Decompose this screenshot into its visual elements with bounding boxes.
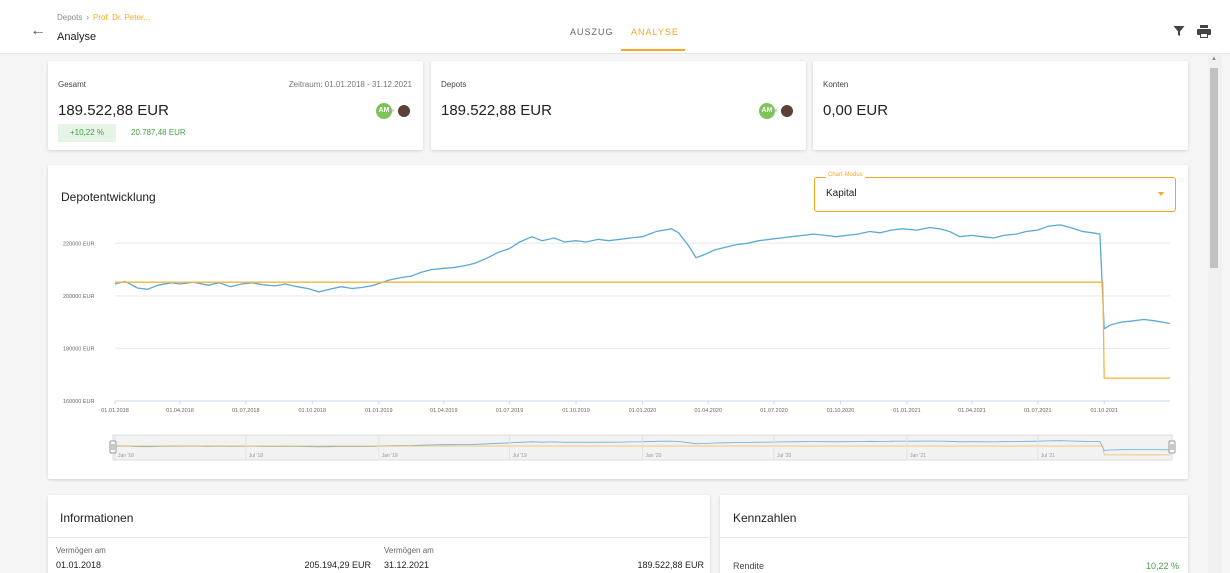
x-tick-label: 01.07.2019 — [496, 408, 524, 414]
navigator-tick-label: Jan '19 — [382, 453, 398, 459]
change-absolute: 20.787,48 EUR — [131, 128, 186, 137]
breadcrumb-separator-icon: › — [86, 13, 90, 22]
depots-label: Depots — [441, 80, 467, 89]
owner-avatars[interactable]: AM ⊸ — [376, 103, 412, 119]
konten-card[interactable]: Konten 0,00 EUR — [813, 61, 1188, 150]
vermoegen-end-label: Vermögen am — [384, 546, 434, 555]
rendite-value: 10,22 % — [1145, 561, 1179, 571]
depots-card[interactable]: Depots 189.522,88 EUR AM ⊸ — [431, 61, 806, 150]
vermoegen-end-value: 189.522,88 EUR — [637, 560, 704, 570]
back-arrow-icon[interactable]: ← — [30, 22, 48, 40]
x-tick-label: 01.10.2021 — [1090, 408, 1118, 414]
x-tick-label: 01.07.2020 — [760, 408, 788, 414]
avatar-photo — [779, 103, 795, 119]
vermoegen-end-date: 31.12.2021 — [384, 560, 430, 570]
rendite-label: Rendite — [733, 561, 765, 571]
x-tick-label: 01.10.2020 — [827, 408, 855, 414]
navigator-tick-label: Jan '21 — [910, 453, 926, 459]
scrollbar-thumb[interactable] — [1210, 68, 1218, 268]
navigator-tick-label: Jan '18 — [118, 453, 134, 459]
gesamt-value: 189.522,88 EUR — [58, 102, 169, 119]
scroll-up-icon[interactable]: ▲ — [1211, 56, 1217, 62]
gesamt-card: Gesamt Zeitraum: 01.01.2018 - 31.12.2021… — [48, 61, 423, 150]
x-tick-label: 01.07.2018 — [232, 408, 260, 414]
top-bar: ← Depots › Prof. Dr. Peter... Analyse AUSZ… — [0, 0, 1230, 54]
konten-label: Konten — [823, 80, 849, 89]
x-tick-label: 01.01.2021 — [893, 408, 921, 414]
y-tick-label: 180000 EUR — [63, 346, 95, 352]
print-icon[interactable] — [1197, 25, 1211, 38]
kennzahlen-card: Kennzahlen Rendite 10,22 % — [720, 495, 1188, 573]
series-line-kapital — [115, 281, 1170, 379]
breadcrumb-current[interactable]: Prof. Dr. Peter... — [93, 13, 150, 22]
navigator-right-handle — [1168, 440, 1176, 454]
x-tick-label: 01.10.2019 — [562, 408, 590, 414]
x-tick-label: 01.01.2018 — [101, 408, 129, 414]
y-tick-label: 160000 EUR — [63, 399, 95, 405]
vermoegen-start-label: Vermögen am — [56, 546, 106, 555]
gesamt-label: Gesamt — [58, 80, 87, 89]
y-tick-label: 200000 EUR — [63, 294, 95, 300]
page-title: Analyse — [57, 31, 97, 43]
x-tick-label: 01.07.2021 — [1024, 408, 1052, 414]
kennzahlen-title: Kennzahlen — [733, 511, 797, 525]
divider — [48, 537, 710, 538]
divider — [720, 537, 1188, 538]
active-tab-indicator — [621, 49, 685, 51]
navigator-tick-label: Jul '18 — [249, 453, 264, 459]
navigator-tick-label: Jan '20 — [646, 453, 662, 459]
breadcrumb: Depots › Prof. Dr. Peter... — [57, 13, 150, 22]
depot-chart[interactable]: 220000 EUR 200000 EUR 180000 EUR 160000 EUR… — [48, 165, 1188, 479]
x-tick-label: 01.04.2021 — [958, 408, 986, 414]
avatar-photo — [396, 103, 412, 119]
tab-analyse[interactable]: ANALYSE — [631, 27, 679, 37]
tab-auszug[interactable]: AUSZUG — [570, 27, 614, 37]
series-line-depot — [114, 224, 1171, 330]
change-percent-badge: +10,22 % — [58, 124, 116, 142]
x-tick-label: 01.04.2020 — [694, 408, 722, 414]
vermoegen-start-date: 01.01.2018 — [56, 560, 102, 570]
navigator-tick-label: Jul '19 — [513, 453, 528, 459]
x-tick-label: 01.01.2020 — [629, 408, 657, 414]
navigator-left-handle — [109, 440, 117, 454]
zeitraum-text: Zeitraum: 01.01.2018 - 31.12.2021 — [288, 80, 412, 89]
owner-avatars[interactable]: AM ⊸ — [759, 103, 795, 119]
x-tick-label: 01.04.2019 — [430, 408, 458, 414]
breadcrumb-parent[interactable]: Depots — [57, 13, 82, 22]
konten-value: 0,00 EUR — [823, 102, 889, 119]
filter-icon[interactable] — [1173, 25, 1185, 37]
x-tick-label: 01.01.2019 — [365, 408, 393, 414]
x-tick-label: 01.04.2018 — [166, 408, 194, 414]
vermoegen-start-value: 205.194,29 EUR — [304, 560, 371, 570]
informationen-title: Informationen — [60, 511, 134, 525]
depots-value: 189.522,88 EUR — [441, 102, 552, 119]
y-tick-label: 220000 EUR — [63, 241, 95, 247]
informationen-card: Informationen Vermögen am 01.01.2018 205… — [48, 495, 710, 573]
x-tick-label: 01.10.2018 — [299, 408, 327, 414]
navigator-tick-label: Jul '21 — [1041, 453, 1056, 459]
navigator-tick-label: Jul '20 — [777, 453, 792, 459]
depotentwicklung-card: Depotentwicklung Chart-Modus Kapital 220… — [48, 165, 1188, 479]
